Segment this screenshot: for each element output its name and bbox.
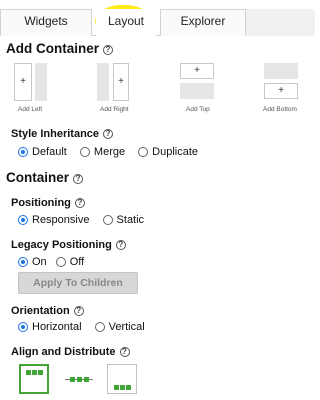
radio-horizontal[interactable]: Horizontal	[18, 321, 82, 333]
add-top-plus-box: +	[180, 63, 214, 79]
add-left-label: Add Left	[18, 106, 43, 113]
radio-on[interactable]: On	[18, 256, 47, 268]
help-icon[interactable]: ?	[73, 306, 84, 316]
radio-label: Responsive	[32, 214, 90, 226]
existing-container-shape	[97, 63, 109, 101]
add-container-title: Add Container	[6, 41, 99, 56]
radio-merge[interactable]: Merge	[79, 146, 126, 158]
existing-container-shape	[35, 63, 47, 101]
radio-unselected-icon	[79, 147, 90, 157]
plus-icon: +	[278, 85, 284, 96]
align-distribute-heading: Align and Distribute?	[11, 346, 130, 358]
help-icon[interactable]: ?	[74, 198, 85, 208]
add-bottom-label: Add Bottom	[263, 106, 297, 113]
orientation-heading: Orientation?	[11, 305, 84, 317]
align-top-button[interactable]	[19, 364, 49, 394]
tab-bar: Widgets Layout Explorer	[0, 0, 315, 37]
style-inheritance-heading: Style Inheritance?	[11, 128, 114, 140]
radio-off[interactable]: Off	[55, 256, 85, 268]
existing-container-shape	[180, 83, 214, 99]
align-top-icon-part	[38, 370, 43, 375]
add-left-button[interactable]: + Add Left	[14, 63, 50, 115]
help-icon[interactable]: ?	[119, 347, 130, 357]
align-top-icon-part	[32, 370, 37, 375]
orientation-label: Orientation	[11, 305, 70, 317]
plus-icon: +	[20, 76, 26, 87]
radio-vertical[interactable]: Vertical	[94, 321, 145, 333]
help-icon[interactable]: ?	[103, 129, 114, 139]
help-icon[interactable]: ?	[103, 45, 113, 55]
radio-responsive[interactable]: Responsive	[18, 214, 89, 226]
positioning-radio-group: Responsive Static	[18, 214, 154, 228]
add-bottom-plus-box: +	[264, 83, 298, 99]
add-container-heading: Add Container?	[6, 41, 113, 56]
radio-duplicate[interactable]: Duplicate	[138, 146, 198, 158]
radio-label: Duplicate	[152, 146, 199, 158]
plus-icon: +	[118, 76, 124, 87]
add-bottom-button[interactable]: + Add Bottom	[262, 63, 310, 115]
add-right-label: Add Right	[100, 106, 129, 113]
help-icon[interactable]: ?	[115, 240, 126, 250]
positioning-label: Positioning	[11, 197, 71, 209]
align-bottom-button[interactable]	[107, 364, 137, 394]
align-bottom-icon-part	[126, 385, 131, 390]
radio-label: Vertical	[108, 321, 145, 333]
align-bottom-icon	[114, 385, 119, 390]
align-middle-icon-part	[70, 377, 75, 382]
tab-bar-filler	[246, 9, 315, 36]
radio-label: On	[32, 256, 47, 268]
add-top-label: Add Top	[186, 106, 210, 113]
add-right-plus-box: +	[113, 63, 129, 101]
radio-unselected-icon	[138, 147, 149, 157]
radio-unselected-icon	[102, 215, 113, 225]
tab-layout[interactable]: Layout	[96, 9, 156, 37]
radio-selected-icon	[18, 322, 28, 332]
radio-unselected-icon	[55, 257, 66, 267]
legacy-positioning-radio-group: On Off	[18, 256, 94, 270]
radio-label: Off	[69, 256, 85, 268]
tab-widgets[interactable]: Widgets	[0, 9, 92, 36]
radio-label: Merge	[93, 146, 126, 158]
tab-layout-label: Layout	[107, 14, 145, 28]
align-distribute-label: Align and Distribute	[11, 346, 116, 358]
add-left-plus-box: +	[14, 63, 32, 101]
radio-label: Default	[32, 146, 67, 158]
help-icon[interactable]: ?	[73, 174, 84, 184]
tab-widgets-label: Widgets	[24, 14, 68, 28]
align-top-icon	[26, 370, 31, 375]
tab-explorer[interactable]: Explorer	[160, 9, 246, 36]
plus-icon: +	[194, 65, 200, 76]
radio-label: Static	[116, 214, 145, 226]
radio-label: Horizontal	[32, 321, 82, 333]
container-title: Container	[6, 170, 70, 185]
radio-selected-icon	[18, 257, 28, 267]
positioning-heading: Positioning?	[11, 197, 85, 209]
add-right-button[interactable]: + Add Right	[97, 63, 137, 115]
radio-selected-icon	[18, 215, 28, 225]
add-top-button[interactable]: + Add Top	[180, 63, 220, 115]
radio-unselected-icon	[94, 322, 105, 332]
radio-default[interactable]: Default	[18, 146, 67, 158]
legacy-positioning-heading: Legacy Positioning?	[11, 239, 126, 251]
container-heading: Container?	[6, 170, 84, 185]
existing-container-shape	[264, 63, 298, 79]
legacy-positioning-label: Legacy Positioning	[11, 239, 112, 251]
radio-static[interactable]: Static	[102, 214, 145, 226]
apply-to-children-button[interactable]: Apply To Children	[18, 272, 138, 294]
align-middle-icon-part	[77, 377, 82, 382]
radio-selected-icon	[18, 147, 28, 157]
tab-explorer-label: Explorer	[180, 14, 226, 28]
orientation-radio-group: Horizontal Vertical	[18, 321, 155, 335]
align-middle-icon-part	[84, 377, 89, 382]
align-middle-button[interactable]	[63, 364, 93, 394]
style-inheritance-radio-group: Default Merge Duplicate	[18, 146, 208, 160]
style-inheritance-label: Style Inheritance	[11, 128, 100, 140]
align-bottom-icon-part	[120, 385, 125, 390]
